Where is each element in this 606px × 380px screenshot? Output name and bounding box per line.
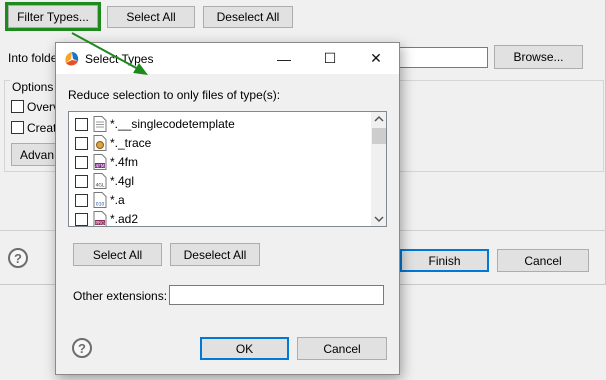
ad2-file-icon: PRG xyxy=(93,211,107,226)
dialog-help-icon[interactable]: ? xyxy=(72,338,92,358)
into-folder-input[interactable] xyxy=(398,47,488,68)
ok-button[interactable]: OK xyxy=(200,337,289,360)
options-group-label: Options xyxy=(10,80,56,94)
file-type-checkbox[interactable] xyxy=(75,156,88,169)
file-type-checkbox[interactable] xyxy=(75,213,88,226)
text-file-icon xyxy=(93,116,107,132)
file-type-checkbox[interactable] xyxy=(75,175,88,188)
dialog-cancel-button[interactable]: Cancel xyxy=(297,337,387,360)
scrollbar-thumb[interactable] xyxy=(372,128,386,144)
4fm-file-icon: 4FM xyxy=(93,154,107,170)
file-type-checkbox[interactable] xyxy=(75,137,88,150)
select-all-button[interactable]: Select All xyxy=(107,6,195,28)
file-type-name: *.ad2 xyxy=(110,212,139,226)
scroll-up-icon[interactable] xyxy=(371,112,387,126)
svg-text:010: 010 xyxy=(96,202,105,208)
file-type-name: *._trace xyxy=(110,136,152,150)
maximize-button[interactable]: ☐ xyxy=(307,43,353,74)
svg-text:PRG: PRG xyxy=(95,220,105,226)
4gl-file-icon: 4GL xyxy=(93,173,107,189)
list-item[interactable]: *.__singlecodetemplate xyxy=(69,115,369,134)
svg-text:4GL: 4GL xyxy=(96,183,105,189)
close-button[interactable]: ✕ xyxy=(353,43,399,74)
create-label: Creat xyxy=(27,121,57,135)
binary-file-icon: 010 xyxy=(93,192,107,208)
dialog-title: Select Types xyxy=(85,52,154,66)
list-scrollbar[interactable] xyxy=(371,112,387,226)
wizard-cancel-button[interactable]: Cancel xyxy=(497,249,589,272)
browse-button[interactable]: Browse... xyxy=(494,45,583,69)
list-item[interactable]: PRG *.ad2 xyxy=(69,210,369,226)
app-logo-icon xyxy=(65,52,79,66)
overwrite-checkbox[interactable] xyxy=(11,100,24,113)
file-type-checkbox[interactable] xyxy=(75,194,88,207)
svg-text:4FM: 4FM xyxy=(95,163,104,169)
create-checkbox[interactable] xyxy=(11,121,24,134)
trace-file-icon xyxy=(93,135,107,151)
help-icon[interactable]: ? xyxy=(8,248,28,268)
deselect-all-button[interactable]: Deselect All xyxy=(203,6,293,28)
list-item[interactable]: 4GL *.4gl xyxy=(69,172,369,191)
finish-button[interactable]: Finish xyxy=(400,249,489,272)
file-type-name: *.a xyxy=(110,193,125,207)
other-extensions-label: Other extensions: xyxy=(73,289,168,303)
file-type-checkbox[interactable] xyxy=(75,118,88,131)
filter-types-button[interactable]: Filter Types... xyxy=(5,2,101,31)
dialog-deselect-all-button[interactable]: Deselect All xyxy=(170,243,260,266)
list-item[interactable]: *._trace xyxy=(69,134,369,153)
list-item[interactable]: 010 *.a xyxy=(69,191,369,210)
file-type-list[interactable]: *.__singlecodetemplate *._trace 4FM *.4f… xyxy=(68,111,387,227)
scroll-down-icon[interactable] xyxy=(371,212,387,226)
instruction-label: Reduce selection to only files of type(s… xyxy=(68,88,281,102)
select-types-dialog: Select Types — ☐ ✕ Reduce selection to o… xyxy=(55,42,400,375)
file-type-name: *.4fm xyxy=(110,155,139,169)
list-item[interactable]: 4FM *.4fm xyxy=(69,153,369,172)
dialog-select-all-button[interactable]: Select All xyxy=(73,243,162,266)
file-type-name: *.__singlecodetemplate xyxy=(110,117,235,131)
file-type-name: *.4gl xyxy=(110,174,135,188)
dialog-title-bar: Select Types — ☐ ✕ xyxy=(56,43,399,74)
into-folder-label: Into folde xyxy=(8,51,58,65)
minimize-button[interactable]: — xyxy=(261,43,307,74)
other-extensions-input[interactable] xyxy=(169,285,384,305)
